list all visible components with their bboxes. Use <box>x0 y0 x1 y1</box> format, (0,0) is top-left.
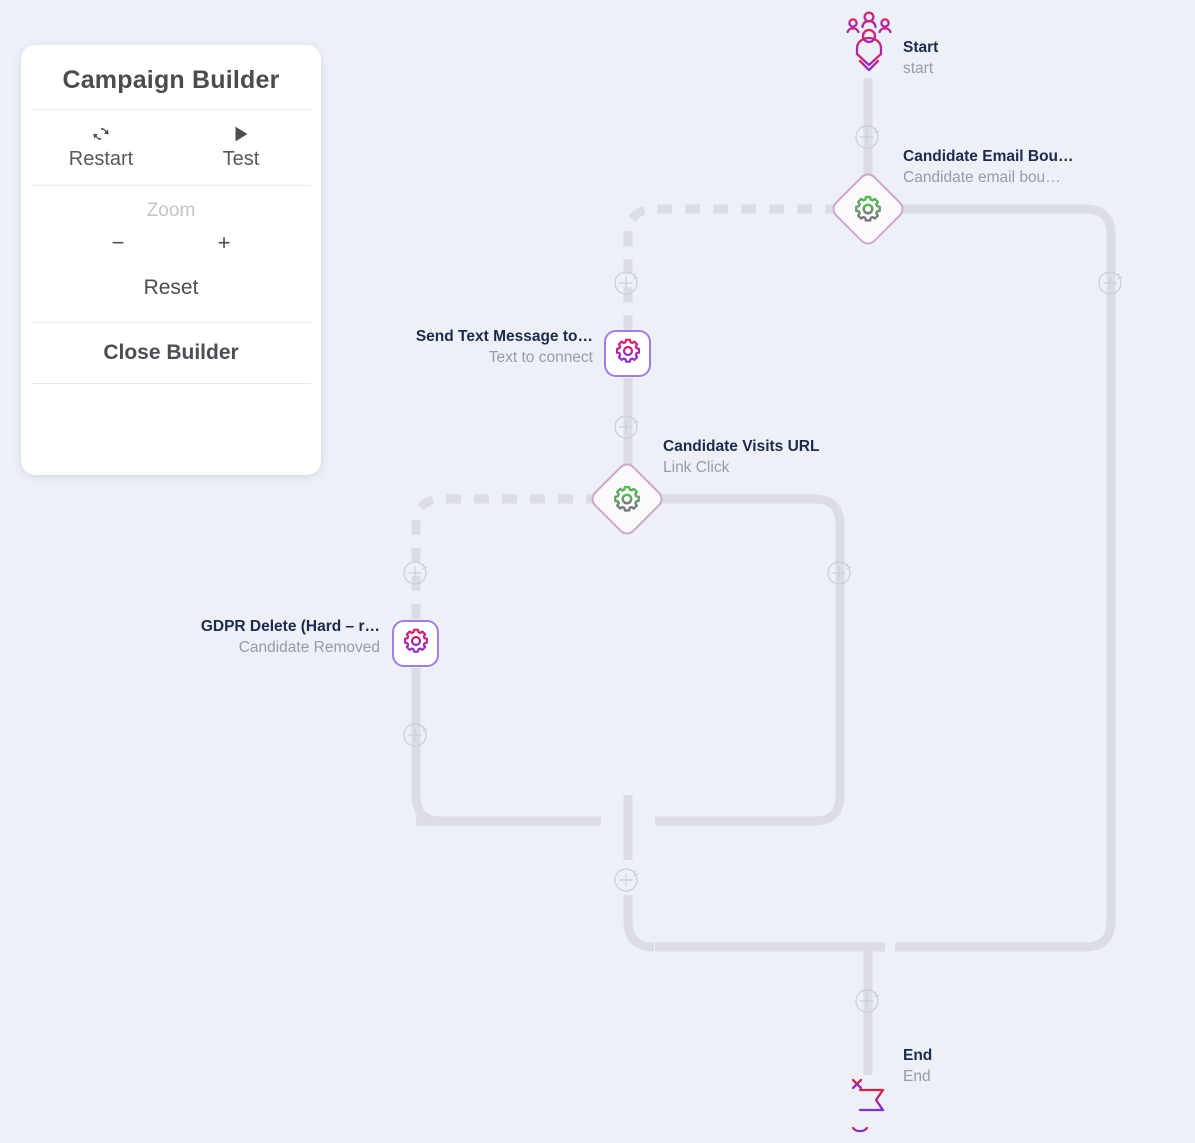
campaign-builder-canvas[interactable]: Campaign Builder Restart Test Zoom − + R… <box>0 0 1195 1143</box>
restart-label: Restart <box>68 148 134 170</box>
add-node-button[interactable] <box>855 123 881 149</box>
node-start-title: Start <box>903 39 939 56</box>
node-candidate-email-bounced-title: Candidate Email Bou… <box>903 148 1074 165</box>
gear-icon-green <box>853 194 883 224</box>
node-candidate-visits-url-labels: Candidate Visits URL Link Click <box>663 437 819 478</box>
add-node-button[interactable] <box>614 866 640 892</box>
flag-end-icon <box>845 1078 893 1143</box>
node-gdpr-delete-subtitle: Candidate Removed <box>238 639 380 656</box>
node-candidate-visits-url-subtitle: Link Click <box>663 459 730 476</box>
zoom-in-button[interactable]: + <box>204 232 244 254</box>
gear-icon-green <box>612 484 642 514</box>
play-icon <box>230 122 252 146</box>
node-gdpr-delete-labels: GDPR Delete (Hard – r… Candidate Removed <box>30 617 380 658</box>
node-start[interactable] <box>843 8 895 83</box>
node-candidate-email-bounced[interactable] <box>828 169 908 249</box>
close-builder-button[interactable]: Close Builder <box>31 323 311 384</box>
action-square[interactable] <box>604 330 651 377</box>
node-gdpr-delete-title: GDPR Delete (Hard – r… <box>200 618 380 635</box>
node-candidate-visits-url-title: Candidate Visits URL <box>663 438 820 455</box>
restart-button[interactable]: Restart <box>31 110 171 185</box>
node-end-labels: End End <box>903 1046 932 1087</box>
add-node-button[interactable] <box>855 987 881 1013</box>
zoom-out-button[interactable]: − <box>98 232 138 254</box>
gear-icon-magenta <box>614 337 642 370</box>
campaign-builder-panel: Campaign Builder Restart Test Zoom − + R… <box>21 45 321 475</box>
add-node-button[interactable] <box>614 413 640 439</box>
test-label: Test <box>222 148 260 170</box>
add-node-button[interactable] <box>403 559 429 585</box>
zoom-label: Zoom <box>146 200 196 221</box>
zoom-controls: Zoom − + Reset <box>31 186 311 323</box>
node-candidate-email-bounced-subtitle: Candidate email bou… <box>903 169 1061 186</box>
node-end[interactable] <box>845 1074 893 1143</box>
zoom-reset-button[interactable]: Reset <box>31 260 311 308</box>
add-node-button[interactable] <box>614 269 640 295</box>
refresh-icon <box>90 122 112 146</box>
node-send-text-message[interactable] <box>604 330 651 377</box>
node-gdpr-delete[interactable] <box>392 620 439 667</box>
node-start-labels: Start start <box>903 38 938 79</box>
node-candidate-email-bounced-labels: Candidate Email Bou… Candidate email bou… <box>903 147 1074 188</box>
add-node-button[interactable] <box>403 721 429 747</box>
test-button[interactable]: Test <box>171 110 311 185</box>
gear-icon-magenta <box>402 627 430 660</box>
add-node-button[interactable] <box>1098 269 1124 295</box>
decision-diamond[interactable] <box>828 169 908 249</box>
panel-actions-row: Restart Test <box>31 110 311 186</box>
node-start-subtitle: start <box>903 60 934 77</box>
node-end-title: End <box>903 1047 933 1064</box>
decision-diamond[interactable] <box>587 459 667 539</box>
node-end-subtitle: End <box>903 1068 931 1085</box>
node-candidate-visits-url[interactable] <box>587 459 667 539</box>
panel-title: Campaign Builder <box>31 45 311 110</box>
add-node-button[interactable] <box>827 559 853 585</box>
audience-funnel-icon <box>843 11 895 82</box>
action-square[interactable] <box>392 620 439 667</box>
